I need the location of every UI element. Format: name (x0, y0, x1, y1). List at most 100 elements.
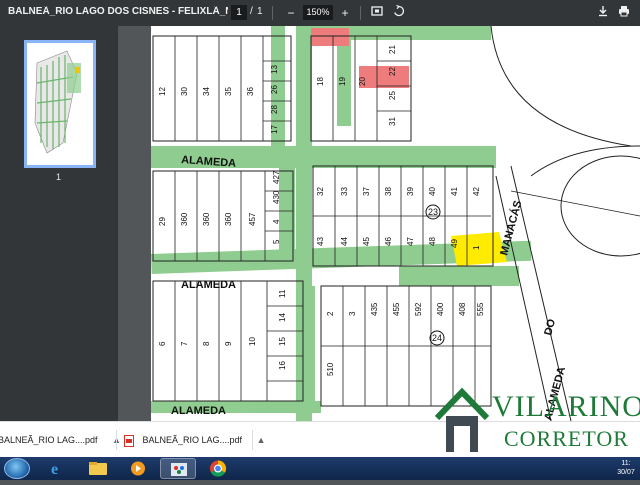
lot-number: 39 (406, 187, 415, 196)
zoom-level-input[interactable]: 150% (303, 5, 333, 20)
download-divider (116, 430, 117, 450)
ie-icon[interactable]: e (40, 458, 76, 479)
print-icon[interactable] (615, 4, 633, 22)
lot-number: 28 (270, 105, 279, 114)
block-number: 23 (428, 207, 438, 217)
download-filename: BALNEÃ_RIO LAG....pdf (142, 435, 243, 445)
zoom-out-button[interactable]: − (282, 4, 300, 22)
page-number-input[interactable]: 1 (231, 5, 247, 20)
lot-number: 48 (428, 237, 437, 246)
lot-number: 36 (246, 87, 255, 96)
lot-number: 44 (340, 237, 349, 246)
pdf-page: ALAMEDA ALAMEDA ALAMEDA MANACÁS DO ALAME… (151, 26, 640, 421)
windows-taskbar: e 11: 30/07 (0, 457, 640, 480)
street-label: DO (542, 317, 558, 336)
start-button[interactable] (4, 458, 30, 479)
lot-number: 45 (362, 237, 371, 246)
lot-number: 21 (388, 45, 397, 54)
zoom-in-button[interactable]: + (336, 4, 354, 22)
lot-number: 10 (248, 337, 257, 346)
toolbar-divider (272, 6, 273, 20)
download-item[interactable]: BALNEÃ_RIO LAG....pdf ▲ (0, 428, 121, 452)
lot-number: 46 (384, 237, 393, 246)
block-number: 24 (432, 333, 442, 343)
system-clock[interactable]: 11: 30/07 (612, 459, 640, 478)
lot-number: 457 (248, 212, 257, 226)
street-label: ALAMEDA (171, 405, 226, 417)
fit-page-icon[interactable] (368, 4, 386, 22)
page-total: 1 (257, 6, 263, 17)
lot-number: 17 (270, 125, 279, 134)
street-label: ALAMEDA (181, 279, 236, 291)
lot-number: 15 (278, 337, 287, 346)
lot-number: 408 (458, 302, 467, 316)
lot-number: 31 (388, 117, 397, 126)
lot-number: 555 (476, 302, 485, 316)
page-thumbnail[interactable] (24, 40, 96, 168)
lot-number: 1 (472, 245, 481, 250)
lot-number: 4 (272, 219, 281, 224)
explorer-icon[interactable] (80, 458, 116, 479)
lot-number: 2 (326, 311, 335, 316)
clock-date: 30/07 (617, 469, 635, 476)
lot-number: 49 (450, 239, 459, 248)
lot-number: 43 (316, 237, 325, 246)
rotate-icon[interactable] (390, 4, 408, 22)
lot-number: 400 (436, 302, 445, 316)
lot-number: 360 (202, 212, 211, 226)
lot-number: 13 (270, 65, 279, 74)
lot-number: 29 (158, 217, 167, 226)
media-icon[interactable] (120, 458, 156, 479)
pdf-file-icon (124, 434, 134, 447)
lot-number: 32 (316, 187, 325, 196)
page-separator: / (250, 6, 253, 17)
lot-number: 47 (406, 237, 415, 246)
download-item[interactable]: BALNEÃ_RIO LAG....pdf ▲ (124, 428, 266, 452)
lot-number: 40 (428, 187, 437, 196)
document-title: BALNEÃ_RIO LAGO DOS CISNES - FELIXLÃ_NDI… (8, 6, 228, 17)
clock-time: 11: (621, 460, 631, 467)
chevron-up-icon[interactable]: ▲ (257, 428, 266, 452)
lot-number: 22 (388, 67, 397, 76)
lot-number: 510 (326, 362, 335, 376)
lot-number: 427 (272, 170, 281, 184)
paint-icon[interactable] (160, 458, 196, 479)
download-divider (252, 430, 253, 450)
thumbnail-page-number: 1 (56, 172, 62, 182)
pdf-viewport[interactable]: ALAMEDA ALAMEDA ALAMEDA MANACÁS DO ALAME… (118, 26, 640, 421)
lot-number: 16 (278, 361, 287, 370)
lot-number: 360 (224, 212, 233, 226)
lot-number: 41 (450, 187, 459, 196)
lot-number: 7 (180, 341, 189, 346)
thumbnail-sidebar: 1 (0, 26, 118, 421)
lot-map: ALAMEDA ALAMEDA ALAMEDA MANACÁS DO ALAME… (151, 26, 640, 421)
lot-number: 20 (358, 77, 367, 86)
svg-text:e: e (51, 461, 58, 478)
lot-number: 435 (370, 302, 379, 316)
download-bar: BALNEÃ_RIO LAG....pdf ▲ BALNEÃ_RIO LAG..… (0, 421, 640, 457)
chrome-icon[interactable] (200, 458, 236, 479)
lot-number: 35 (224, 87, 233, 96)
lot-number: 26 (270, 85, 279, 94)
lot-number: 38 (384, 187, 393, 196)
download-icon[interactable] (594, 4, 612, 22)
lot-number: 37 (362, 187, 371, 196)
lot-number: 12 (158, 87, 167, 96)
lot-number: 9 (224, 341, 233, 346)
download-filename: BALNEÃ_RIO LAG....pdf (0, 435, 98, 445)
lot-number: 430 (272, 190, 281, 204)
lot-number: 8 (202, 341, 211, 346)
lot-number: 42 (472, 187, 481, 196)
lot-number: 14 (278, 313, 287, 322)
pdf-toolbar: BALNEÃ_RIO LAGO DOS CISNES - FELIXLÃ_NDI… (0, 0, 640, 26)
lot-number: 18 (316, 77, 325, 86)
lot-number: 30 (180, 87, 189, 96)
lot-number: 11 (278, 289, 287, 298)
lot-number: 5 (272, 239, 281, 244)
lot-number: 592 (414, 302, 423, 316)
toolbar-divider (360, 6, 361, 20)
lot-number: 33 (340, 187, 349, 196)
lot-number: 19 (338, 77, 347, 86)
lot-number: 34 (202, 87, 211, 96)
lot-number: 6 (158, 341, 167, 346)
